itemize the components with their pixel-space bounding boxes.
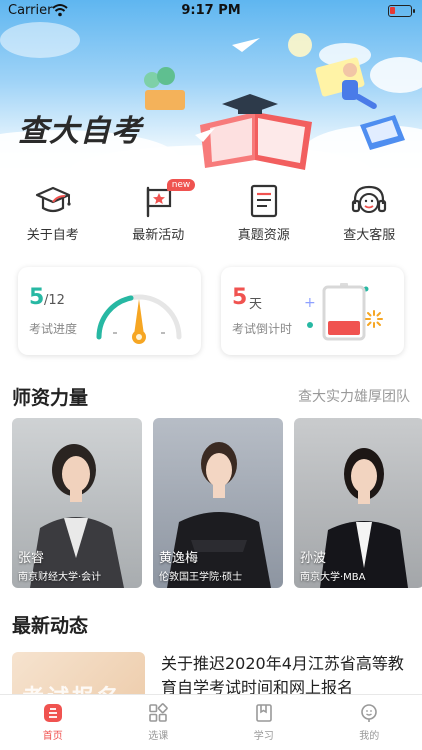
countdown-label: 考试倒计时 xyxy=(232,322,293,336)
tab-label: 学习 xyxy=(253,731,274,742)
news-section-title: 最新动态 xyxy=(12,615,89,637)
new-badge: new xyxy=(166,179,196,191)
teacher-desc: 伦敦国王学院·硕士 xyxy=(159,572,243,583)
tab-courses[interactable]: 选课 xyxy=(106,695,212,750)
home-icon xyxy=(43,704,62,722)
document-icon xyxy=(250,184,277,218)
teacher-desc: 南京财经大学·会计 xyxy=(18,572,102,583)
tab-study[interactable]: 学习 xyxy=(211,695,317,750)
battery-icon xyxy=(388,5,415,17)
tab-profile[interactable]: 我的 xyxy=(317,695,422,750)
svg-text:+: + xyxy=(304,295,316,311)
headset-icon xyxy=(352,185,387,213)
quick-item-label: 关于自考 xyxy=(26,228,79,243)
banner-title: 查大自考 xyxy=(18,114,142,149)
graduation-cap-icon xyxy=(35,186,71,213)
teachers-carousel[interactable]: 张睿 南京财经大学·会计 黄逸梅 伦敦国王学院·硕士 孙波 南京大学·MBA xyxy=(12,418,422,588)
profile-icon xyxy=(361,704,378,722)
tab-bar: 首页 选课 学习 我的 xyxy=(0,694,422,750)
news-item[interactable]: 考试报名 关于推迟2020年4月江苏省高等教育自学考试时间和网上报名 xyxy=(12,652,410,696)
tab-home[interactable]: 首页 xyxy=(0,695,106,750)
quick-item-past-papers[interactable]: 真题资源 xyxy=(211,180,317,250)
teacher-card[interactable]: 孙波 南京大学·MBA xyxy=(294,418,422,588)
battery-timer-icon: + xyxy=(304,283,383,341)
tab-label: 选课 xyxy=(148,731,169,742)
progress-total: /12 xyxy=(44,293,65,308)
quick-item-label: 查大客服 xyxy=(343,228,396,243)
teachers-section-subtitle[interactable]: 查大实力雄厚团队 xyxy=(298,386,410,406)
gauge-icon xyxy=(96,294,182,344)
news-title: 关于推迟2020年4月江苏省高等教育自学考试时间和网上报名 xyxy=(161,654,404,696)
tab-label: 我的 xyxy=(359,731,380,742)
teacher-card[interactable]: 张睿 南京财经大学·会计 xyxy=(12,418,142,588)
quick-item-label: 真题资源 xyxy=(237,228,290,243)
status-bar: Carrier 9:17 PM xyxy=(0,0,422,22)
status-time: 9:17 PM xyxy=(181,3,241,18)
quick-item-label: 最新活动 xyxy=(132,228,185,243)
grid-icon xyxy=(149,703,168,722)
banner-illustration xyxy=(0,22,422,180)
news-thumbnail: 考试报名 xyxy=(12,652,145,696)
teacher-card[interactable]: 黄逸梅 伦敦国王学院·硕士 xyxy=(153,418,283,588)
teacher-name: 孙波 xyxy=(300,551,327,566)
quick-item-about-exam[interactable]: 关于自考 xyxy=(0,180,106,250)
countdown-unit: 天 xyxy=(249,297,263,312)
quick-item-latest-events[interactable]: new 最新活动 xyxy=(106,179,212,250)
teachers-section-title: 师资力量 xyxy=(12,387,89,409)
progress-label: 考试进度 xyxy=(29,322,78,336)
tab-label: 首页 xyxy=(42,731,63,742)
exam-progress-card[interactable]: 5 /12 考试进度 xyxy=(18,267,201,355)
countdown-value: 5 xyxy=(232,285,248,310)
teacher-desc: 南京大学·MBA xyxy=(300,572,366,583)
quick-item-customer-service[interactable]: 查大客服 xyxy=(317,180,422,250)
teacher-name: 张睿 xyxy=(18,551,45,566)
hero-banner[interactable]: 查大自考 xyxy=(0,0,422,180)
book-icon xyxy=(255,704,272,722)
progress-value: 5 xyxy=(29,285,45,310)
quick-menu: 关于自考 new 最新活动 真题资源 查大客服 xyxy=(0,179,422,250)
teacher-name: 黄逸梅 xyxy=(159,551,199,566)
exam-countdown-card[interactable]: 5 天 考试倒计时 + xyxy=(221,267,404,355)
